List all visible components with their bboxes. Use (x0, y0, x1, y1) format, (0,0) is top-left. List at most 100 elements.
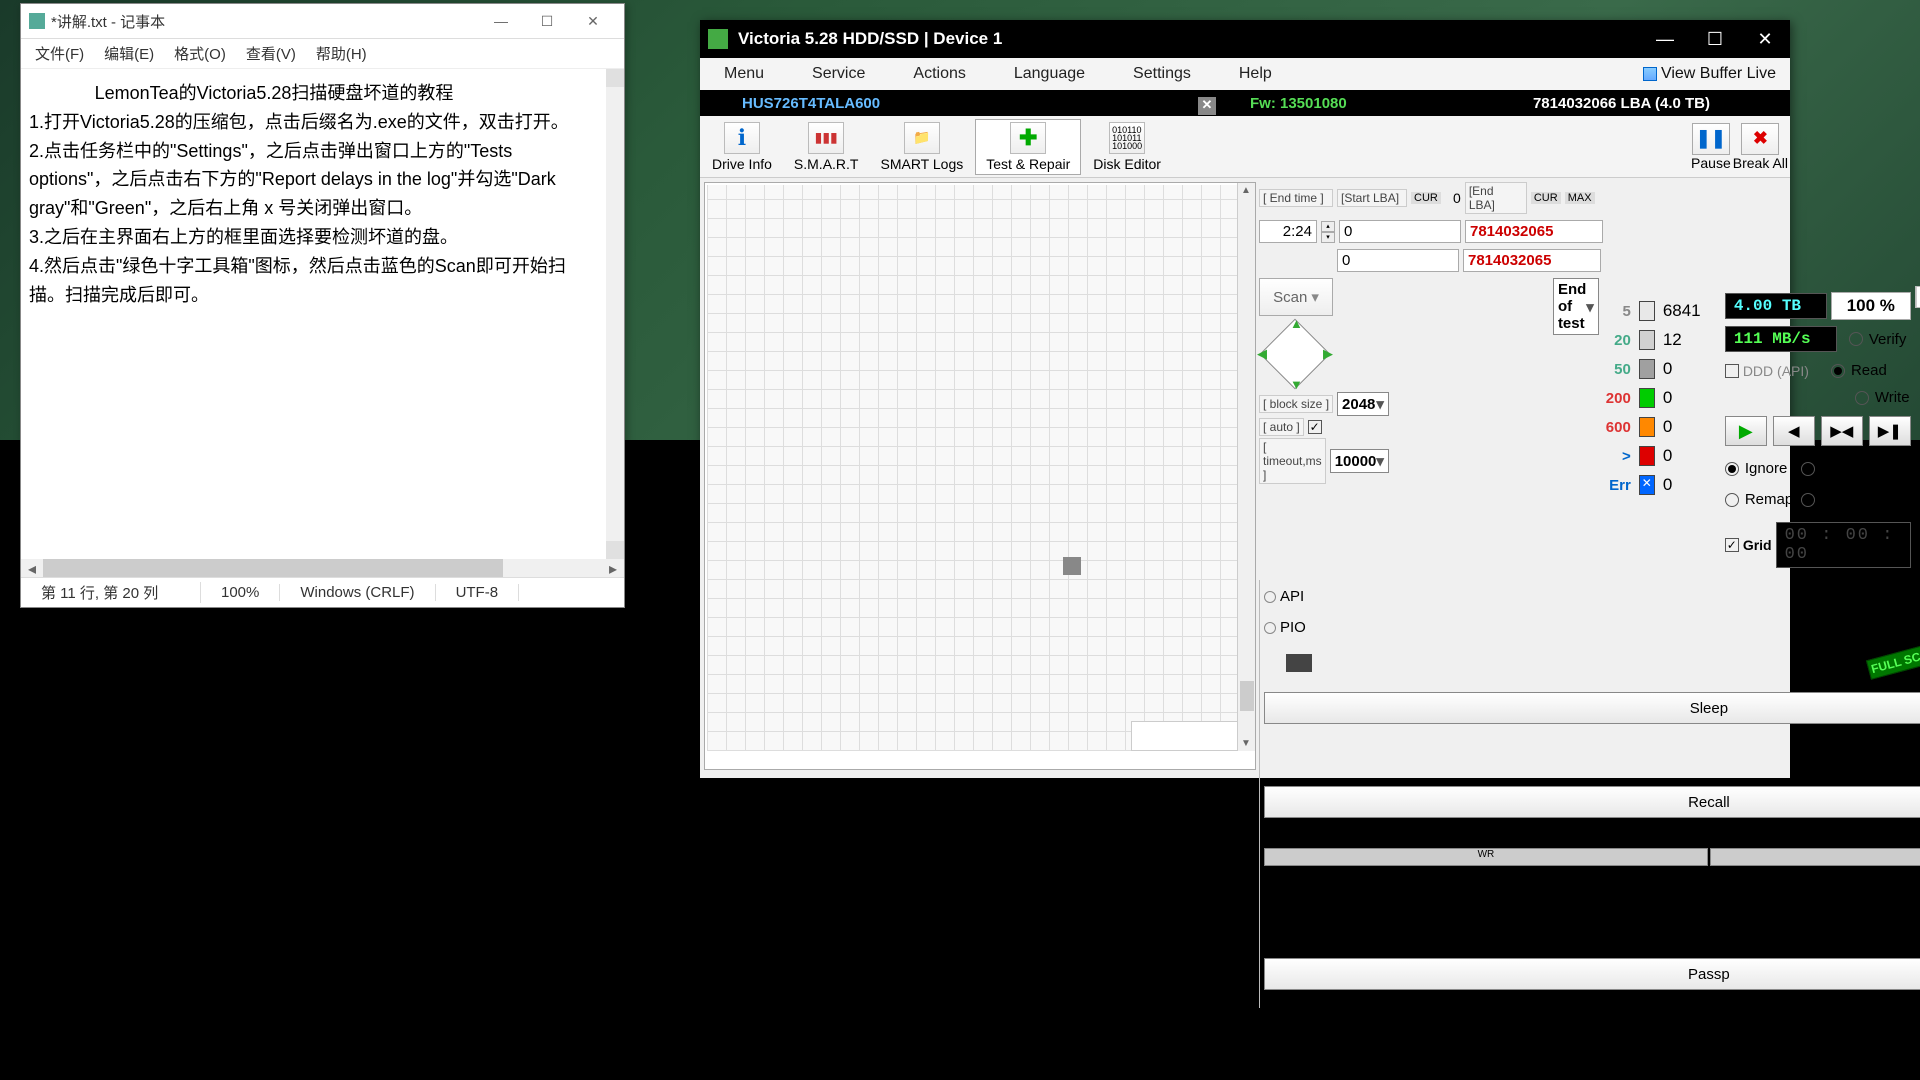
notepad-titlebar[interactable]: *讲解.txt - 记事本 — ☐ ✕ (21, 4, 624, 39)
tool-drive-info[interactable]: ℹDrive Info (702, 120, 782, 174)
vic-close[interactable]: ✕ (1740, 20, 1790, 58)
block-size-combo[interactable]: 2048 (1337, 392, 1389, 416)
zoom-level: 100% (201, 584, 280, 601)
step-button[interactable]: ▶◀ (1821, 416, 1863, 446)
start-lba-input[interactable]: 0 (1339, 220, 1461, 243)
api-label: API (1280, 588, 1304, 605)
speed-readout: 111 MB/s (1725, 326, 1837, 352)
scroll-thumb[interactable] (1240, 681, 1254, 711)
menu-actions[interactable]: Actions (889, 59, 989, 89)
scroll-thumb[interactable] (43, 559, 503, 577)
timeout-combo[interactable]: 10000 (1330, 449, 1389, 473)
menu-service[interactable]: Service (788, 59, 889, 89)
drive-selector[interactable]: HUS726T4TALA600 (700, 95, 1220, 112)
buffer-icon (1643, 67, 1657, 81)
notepad-textarea[interactable]: LemonTea的Victoria5.28扫描硬盘坏道的教程 1.打开Victo… (21, 69, 624, 559)
tool-smart-logs[interactable]: 📁SMART Logs (870, 120, 973, 174)
direction-pad[interactable]: ▲ ▼ ◀ ▶ (1259, 318, 1331, 390)
sleep-button[interactable]: Sleep (1264, 692, 1920, 724)
ignore-radio[interactable] (1725, 462, 1739, 476)
notepad-menubar: 文件(F) 编辑(E) 格式(O) 查看(V) 帮助(H) (21, 39, 624, 69)
scroll-right-arrow[interactable]: ▸ (602, 559, 624, 577)
maximize-button[interactable]: ☐ (524, 6, 570, 36)
menu-format[interactable]: 格式(O) (164, 39, 236, 68)
view-buffer-live[interactable]: View Buffer Live (1635, 61, 1784, 87)
capacity-readout: 4.00 TB (1725, 293, 1827, 319)
recall-button[interactable]: Recall (1264, 786, 1920, 818)
encoding: UTF-8 (436, 584, 520, 601)
victoria-title: Victoria 5.28 HDD/SSD | Device 1 (738, 29, 1640, 49)
end-lba-input-2[interactable]: 7814032065 (1463, 249, 1601, 272)
minimize-button[interactable]: — (478, 6, 524, 36)
arrow-down-icon[interactable]: ▼ (1290, 377, 1303, 392)
arrow-left-icon[interactable]: ◀ (1257, 346, 1267, 362)
scan-grid (707, 185, 1237, 751)
chart-icon: ▮▮▮ (808, 122, 844, 154)
break-all-button[interactable]: ✖Break All (1733, 123, 1788, 171)
tool-test-repair[interactable]: ✚Test & Repair (975, 119, 1081, 175)
menu-help[interactable]: Help (1215, 59, 1296, 89)
rd-button[interactable]: RD (1710, 848, 1920, 866)
refresh-radio[interactable] (1801, 493, 1815, 507)
scan-vscroll[interactable] (1237, 183, 1255, 751)
victoria-toolbar: ℹDrive Info ▮▮▮S.M.A.R.T 📁SMART Logs ✚Te… (700, 116, 1790, 178)
tool-smart[interactable]: ▮▮▮S.M.A.R.T (784, 120, 869, 174)
text-line: LemonTea的Victoria5.28扫描硬盘坏道的教程 (29, 79, 539, 108)
ddd-checkbox[interactable] (1725, 364, 1739, 378)
play-button[interactable]: ▶ (1725, 416, 1767, 446)
end-lba-input[interactable]: 7814032065 (1465, 220, 1603, 243)
notepad-vscroll[interactable] (606, 69, 624, 559)
wr-button[interactable]: WR (1264, 848, 1708, 866)
vic-minimize[interactable]: — (1640, 20, 1690, 58)
skip-button[interactable]: ▶❚ (1869, 416, 1911, 446)
write-radio[interactable] (1855, 391, 1869, 405)
elapsed-time: 00 : 00 : 00 (1776, 522, 1911, 568)
arrow-right-icon[interactable]: ▶ (1323, 346, 1333, 362)
scroll-left-arrow[interactable]: ◂ (21, 559, 43, 577)
menu-help[interactable]: 帮助(H) (306, 39, 377, 68)
info-icon: ℹ (724, 122, 760, 154)
menu-settings[interactable]: Settings (1109, 59, 1215, 89)
swatch-icon (1639, 330, 1655, 350)
verify-radio[interactable] (1849, 332, 1863, 346)
erase-radio[interactable] (1801, 462, 1815, 476)
cur-badge-2[interactable]: CUR (1531, 192, 1561, 204)
menu-edit[interactable]: 编辑(E) (94, 39, 164, 68)
folder-icon: 📁 (904, 122, 940, 154)
auto-label: [ auto ] (1259, 418, 1304, 436)
pause-button[interactable]: ❚❚Pause (1691, 123, 1731, 171)
start-lba-input-2[interactable]: 0 (1337, 249, 1459, 272)
scan-button[interactable]: Scan (1259, 278, 1333, 316)
notepad-hscroll[interactable]: ◂ ▸ (21, 559, 624, 577)
end-of-test-combo[interactable]: End of test (1553, 278, 1599, 335)
victoria-titlebar[interactable]: Victoria 5.28 HDD/SSD | Device 1 — ☐ ✕ (700, 20, 1790, 58)
end-time-spinner[interactable]: ▴▾ (1321, 221, 1335, 243)
cur-badge[interactable]: CUR (1411, 192, 1441, 204)
block-err: Err✕0 (1603, 475, 1713, 495)
percent-readout: 100 % (1831, 292, 1911, 320)
menu-view[interactable]: 查看(V) (236, 39, 306, 68)
max-badge[interactable]: MAX (1565, 192, 1595, 204)
grid-label: Grid (1743, 537, 1772, 553)
plus-icon: ✚ (1010, 122, 1046, 154)
menu-language[interactable]: Language (990, 59, 1109, 89)
close-button[interactable]: ✕ (570, 6, 616, 36)
grid-checkbox[interactable] (1725, 538, 1739, 552)
menu-menu[interactable]: Menu (700, 59, 788, 89)
binary-icon: 010110101011101000 (1109, 122, 1145, 154)
api-radio[interactable] (1264, 591, 1276, 603)
pio-radio[interactable] (1264, 622, 1276, 634)
notepad-window: *讲解.txt - 记事本 — ☐ ✕ 文件(F) 编辑(E) 格式(O) 查看… (20, 3, 625, 608)
tool-disk-editor[interactable]: 010110101011101000Disk Editor (1083, 120, 1171, 174)
rewind-button[interactable]: ◀ (1773, 416, 1815, 446)
remap-radio[interactable] (1725, 493, 1739, 507)
refresh-label: Refresh (1821, 491, 1874, 508)
vic-maximize[interactable]: ☐ (1690, 20, 1740, 58)
read-radio[interactable] (1831, 364, 1845, 378)
auto-checkbox[interactable] (1308, 420, 1322, 434)
passp-button[interactable]: Passp (1264, 958, 1920, 990)
arrow-up-icon[interactable]: ▲ (1290, 316, 1303, 331)
swatch-icon (1639, 388, 1655, 408)
menu-file[interactable]: 文件(F) (25, 39, 94, 68)
block-50: 500 (1603, 359, 1713, 379)
